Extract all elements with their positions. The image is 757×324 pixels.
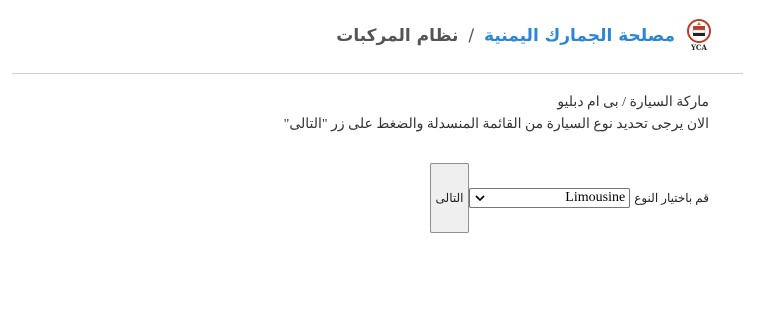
system-name: نظام المركبات [336, 26, 459, 46]
logo: YCA [683, 18, 715, 54]
header: YCA مصلحة الجمارك اليمنية / نظام المركبا… [336, 18, 715, 54]
type-select-value: Limousine [565, 190, 626, 205]
yemen-customs-emblem-icon: YCA [687, 19, 711, 52]
type-select[interactable]: Limousine [469, 188, 631, 208]
info-block: ماركة السيارة / بى ام دبليو الان يرجى تح… [284, 92, 709, 136]
chevron-down-icon [472, 189, 488, 207]
brand-line: ماركة السيارة / بى ام دبليو [557, 95, 709, 110]
page-title: مصلحة الجمارك اليمنية / نظام المركبات [336, 26, 675, 46]
page: YCA مصلحة الجمارك اليمنية / نظام المركبا… [0, 0, 757, 324]
title-separator: / [468, 26, 475, 46]
type-form-row: قم باختيار النوع Limousine [469, 188, 709, 208]
header-divider [12, 73, 743, 74]
instruction-line: الان يرجى تحديد نوع السيارة من القائمة ا… [283, 117, 709, 132]
type-label: قم باختيار النوع [634, 190, 709, 205]
next-button[interactable]: التالى [430, 163, 469, 233]
svg-text:YCA: YCA [690, 43, 707, 52]
org-name[interactable]: مصلحة الجمارك اليمنية [484, 26, 675, 46]
